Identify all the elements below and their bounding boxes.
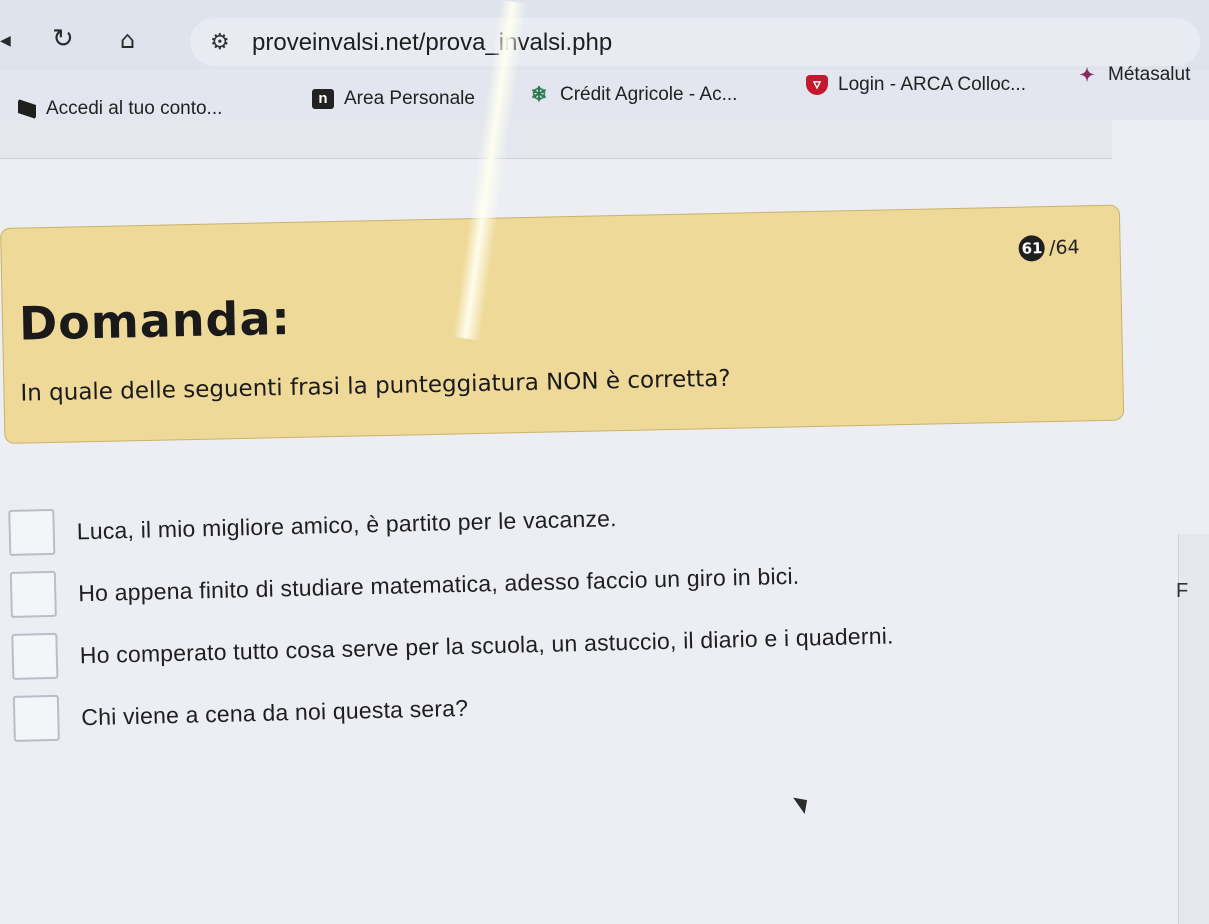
address-bar[interactable]: ⚙ proveinvalsi.net/prova_invalsi.php [190, 18, 1200, 66]
bookmark-label: Area Personale [344, 88, 475, 109]
n-logo-icon: n [312, 89, 334, 109]
bookmark-label: Accedi al tuo conto... [46, 98, 223, 119]
reload-icon[interactable]: ↻ [52, 26, 74, 52]
answer-checkbox[interactable] [8, 508, 56, 556]
bookmark-label: Login - ARCA Colloc... [838, 74, 1026, 95]
metasalute-logo-icon: ✦ [1079, 65, 1095, 85]
question-text: In quale delle seguenti frasi la puntegg… [20, 365, 731, 407]
answer-text[interactable]: Ho appena finito di studiare matematica,… [78, 562, 800, 607]
question-counter: 61 /64 [1018, 234, 1080, 262]
bookmark-label: Métasalut [1108, 64, 1191, 85]
back-arrow-icon[interactable]: ◀ [0, 34, 11, 48]
answer-checkbox[interactable] [9, 570, 57, 618]
arca-logo-icon: ▿ [806, 75, 828, 95]
credit-agricole-logo-icon: ❄ [530, 84, 548, 106]
total-questions: /64 [1048, 236, 1080, 260]
url-text[interactable]: proveinvalsi.net/prova_invalsi.php [252, 29, 612, 57]
bookmark-flag-icon [18, 99, 36, 119]
current-question-badge: 61 [1018, 235, 1046, 262]
side-panel-letter: F [1176, 580, 1189, 602]
site-settings-icon[interactable]: ⚙ [210, 30, 230, 55]
browser-toolbar: ◀ ↻ ⌂ ⚙ proveinvalsi.net/prova_invalsi.p… [0, 0, 1209, 70]
question-heading: Domanda: [18, 290, 292, 351]
question-box: 61 /64 Domanda: In quale delle seguenti … [0, 204, 1125, 444]
answer-text[interactable]: Luca, il mio migliore amico, è partito p… [76, 505, 617, 545]
bookmark-label: Crédit Agricole - Ac... [560, 84, 738, 105]
bookmark-arca[interactable]: ▿ Login - ARCA Colloc... [806, 74, 1026, 96]
answer-checkbox[interactable] [12, 694, 60, 742]
bookmark-metasalute[interactable]: ✦ Métasalut [1076, 64, 1190, 86]
bookmark-credit-agricole[interactable]: ❄ Crédit Agricole - Ac... [528, 84, 738, 106]
home-icon[interactable]: ⌂ [120, 28, 135, 52]
bookmark-area-personale[interactable]: n Area Personale [312, 88, 475, 110]
bookmark-accedi[interactable]: Accedi al tuo conto... [18, 98, 222, 120]
answer-text[interactable]: Chi viene a cena da noi questa sera? [81, 694, 469, 730]
page-header-strip [0, 120, 1112, 159]
answer-checkbox[interactable] [11, 632, 59, 680]
